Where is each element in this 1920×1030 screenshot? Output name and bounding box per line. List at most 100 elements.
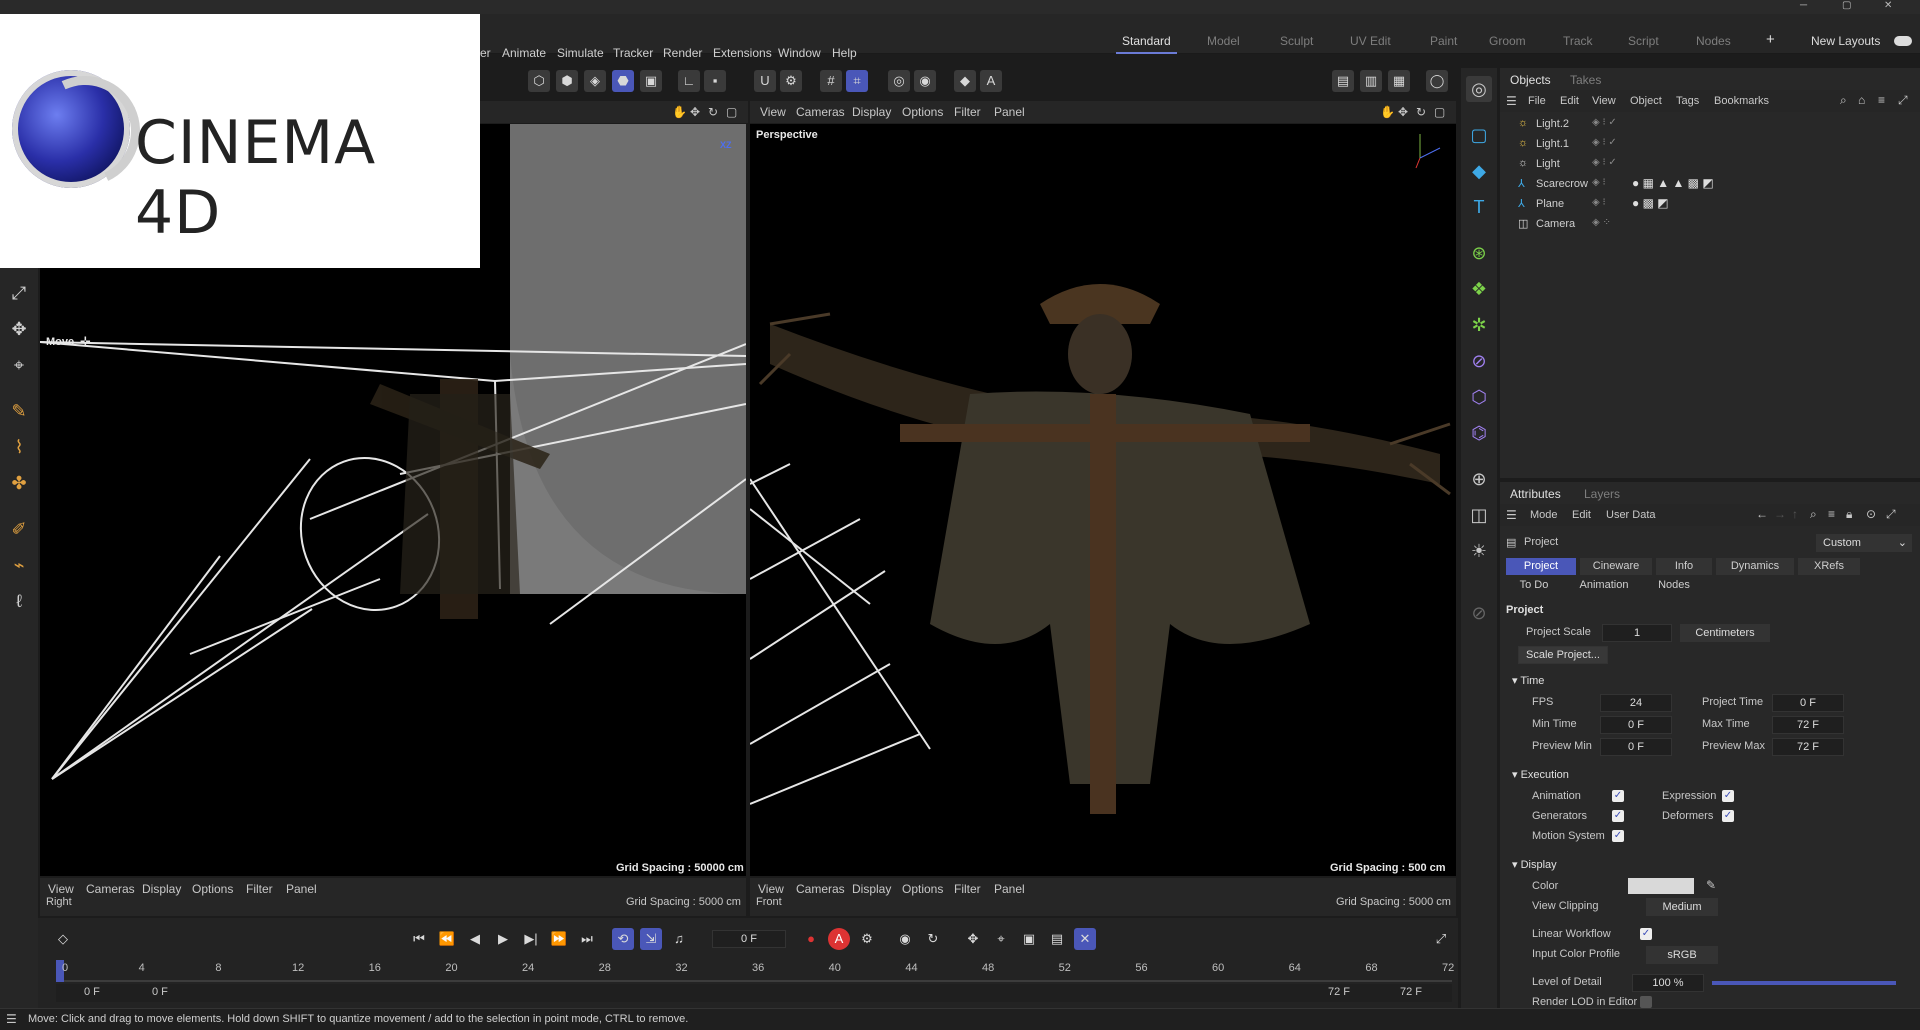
object-row-camera[interactable]: ◫ Camera ◈ ⁘ xyxy=(1500,214,1920,234)
next-frame-icon[interactable]: ▶| xyxy=(520,928,542,950)
tab-xrefs[interactable]: XRefs xyxy=(1798,558,1860,575)
layout-tab-groom[interactable]: Groom xyxy=(1489,34,1526,48)
rotate-view-icon[interactable]: ↻ xyxy=(708,105,718,119)
edit-render-settings-icon[interactable]: ▦ xyxy=(1388,70,1410,92)
object-row-plane[interactable]: ⅄ Plane ◈ ⁝ ● ▩ ◩ xyxy=(1500,194,1920,214)
expand-icon[interactable]: ⤢ xyxy=(1886,507,1896,522)
render-view-icon[interactable]: ◉ xyxy=(914,70,936,92)
attr-menu-user-data[interactable]: User Data xyxy=(1606,509,1656,521)
tab-layers[interactable]: Layers xyxy=(1584,487,1620,501)
layout-tab-uv-edit[interactable]: UV Edit xyxy=(1350,34,1391,48)
key-position-icon[interactable]: ◉ xyxy=(894,928,916,950)
play-icon[interactable]: ▶ xyxy=(492,928,514,950)
obj-menu-file[interactable]: File xyxy=(1528,95,1546,107)
axis-icon[interactable]: ∟ xyxy=(678,70,700,92)
snap-settings-icon[interactable]: ⚙ xyxy=(780,70,802,92)
current-frame-field[interactable]: 0 F xyxy=(712,930,786,948)
tab-takes[interactable]: Takes xyxy=(1570,73,1601,87)
level-of-detail-field[interactable]: 100 % xyxy=(1632,974,1704,992)
object-row-light[interactable]: ☼ Light ◈ ⁝ ✓ xyxy=(1500,154,1920,174)
render-active-view-icon[interactable]: ▥ xyxy=(1360,70,1382,92)
material-icon[interactable]: ◆ xyxy=(954,70,976,92)
environment-icon[interactable]: ⊕ xyxy=(1466,466,1492,492)
prev-key-icon[interactable]: ⏪ xyxy=(436,928,458,950)
deformers-checkbox[interactable]: ✓ xyxy=(1722,810,1734,822)
redshift-icon[interactable]: ◯ xyxy=(1426,70,1448,92)
menu-item-window[interactable]: Window xyxy=(778,46,821,60)
pan-icon[interactable]: ✋ xyxy=(1380,105,1395,119)
motion-system-checkbox[interactable]: ✓ xyxy=(1612,830,1624,842)
expand-icon[interactable]: ⤢ xyxy=(1898,93,1908,108)
next-key-icon[interactable]: ⏩ xyxy=(548,928,570,950)
primitive-cube-icon[interactable]: ◆ xyxy=(1466,158,1492,184)
key-move-icon[interactable]: ✥ xyxy=(962,928,984,950)
material-tags[interactable]: ● ▩ ◩ xyxy=(1632,196,1669,210)
knife-icon[interactable]: ⌁ xyxy=(6,552,32,578)
hamburger-icon[interactable]: ☰ xyxy=(1506,94,1517,108)
home-icon[interactable]: ⌂ xyxy=(1858,93,1865,107)
filter-icon[interactable]: ≡ xyxy=(1878,93,1885,107)
close-icon[interactable]: ✕ xyxy=(1884,0,1892,11)
obj-menu-tags[interactable]: Tags xyxy=(1676,95,1699,107)
color-swatch[interactable] xyxy=(1628,878,1694,894)
record-icon[interactable]: ● xyxy=(800,928,822,950)
linear-workflow-checkbox[interactable]: ✓ xyxy=(1640,928,1652,940)
move-view-icon[interactable]: ✥ xyxy=(1398,105,1408,119)
visibility-icon[interactable]: ◈ ⁘ xyxy=(1592,217,1611,228)
objects-manager-icon[interactable]: ◎ xyxy=(1466,76,1492,102)
preview-max-field[interactable]: 72 F xyxy=(1772,738,1844,756)
vp-menu-cameras[interactable]: Cameras xyxy=(796,105,845,119)
hamburger-icon[interactable]: ☰ xyxy=(1506,508,1517,522)
vp-menu-options[interactable]: Options xyxy=(192,882,233,896)
tab-info[interactable]: Info xyxy=(1656,558,1712,575)
keyframe-settings-icon[interactable]: ⚙ xyxy=(856,928,878,950)
render-settings-icon[interactable]: A xyxy=(980,70,1002,92)
menu-item-help[interactable]: Help xyxy=(832,46,857,60)
key-scale-icon[interactable]: ⌖ xyxy=(990,928,1012,950)
python-icon[interactable]: ⊘ xyxy=(1466,600,1492,626)
vp-menu-panel[interactable]: Panel xyxy=(286,882,317,896)
tab-animation[interactable]: Animation xyxy=(1566,577,1642,594)
tab-nodes[interactable]: Nodes xyxy=(1646,577,1702,594)
project-scale-unit-dropdown[interactable]: Centimeters xyxy=(1680,624,1770,642)
scale-tool-icon[interactable]: ⤢ xyxy=(6,280,32,306)
layout-tab-nodes[interactable]: Nodes xyxy=(1696,34,1731,48)
obj-menu-bookmarks[interactable]: Bookmarks xyxy=(1714,95,1769,107)
light-create-icon[interactable]: ☀ xyxy=(1466,538,1492,564)
key-param-icon[interactable]: ▣ xyxy=(1018,928,1040,950)
uv-mode-icon[interactable]: ▣ xyxy=(640,70,662,92)
lasso-icon[interactable]: ℓ xyxy=(6,588,32,614)
eyedropper-icon[interactable]: ✎ xyxy=(1706,878,1716,892)
lock-icon[interactable]: 🔒︎ xyxy=(1846,507,1852,522)
layout-tab-sculpt[interactable]: Sculpt xyxy=(1280,34,1313,48)
layout-toggle[interactable] xyxy=(1894,36,1912,46)
object-row-light1[interactable]: ☼ Light.1 ◈ ⁝ ✓ xyxy=(1500,134,1920,154)
grid-snap-icon[interactable]: ⌗ xyxy=(846,70,868,92)
render-region-icon[interactable]: ◎ xyxy=(888,70,910,92)
spline-icon[interactable]: ⌬ xyxy=(1466,420,1492,446)
tab-to-do[interactable]: To Do xyxy=(1506,577,1562,594)
section-execution[interactable]: ▾ Execution xyxy=(1512,768,1569,781)
menu-item-tracker[interactable]: Tracker xyxy=(613,46,653,60)
prev-frame-icon[interactable]: ◀ xyxy=(464,928,486,950)
viewport-perspective[interactable]: Perspective Grid Spacing : 500 cm xyxy=(750,124,1456,876)
level-of-detail-slider[interactable] xyxy=(1712,981,1896,985)
tab-attributes[interactable]: Attributes xyxy=(1510,487,1561,501)
filter-icon[interactable]: ≡ xyxy=(1828,507,1835,521)
visibility-icon[interactable]: ◈ ⁝ ✓ xyxy=(1592,157,1617,168)
vp-menu-options[interactable]: Options xyxy=(902,882,943,896)
cube-icon[interactable]: ⬡ xyxy=(528,70,550,92)
vp-menu-display[interactable]: Display xyxy=(852,882,891,896)
menu-item-animate[interactable]: Animate xyxy=(502,46,546,60)
obj-menu-edit[interactable]: Edit xyxy=(1560,95,1579,107)
spline-tool-icon[interactable]: ⌇ xyxy=(6,434,32,460)
search-icon[interactable]: ⌕ xyxy=(1840,93,1847,108)
expression-checkbox[interactable]: ✓ xyxy=(1722,790,1734,802)
vp-menu-filter[interactable]: Filter xyxy=(954,882,981,896)
autokey-icon[interactable]: A xyxy=(828,928,850,950)
menu-item-render[interactable]: Render xyxy=(663,46,702,60)
vp-menu-panel[interactable]: Panel xyxy=(994,882,1025,896)
camera-create-icon[interactable]: ◫ xyxy=(1466,502,1492,528)
generators-checkbox[interactable]: ✓ xyxy=(1612,810,1624,822)
minimize-icon[interactable]: ─ xyxy=(1800,0,1807,11)
